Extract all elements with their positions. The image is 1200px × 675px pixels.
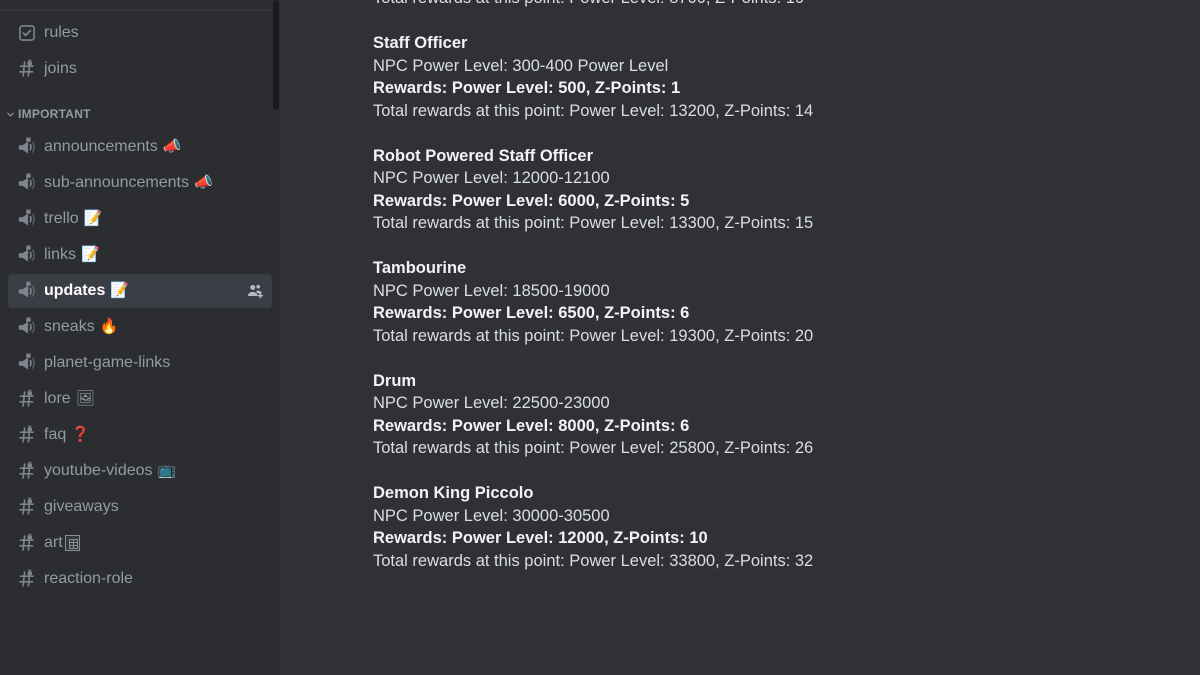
hash-icon [16, 460, 38, 482]
hash-icon [16, 388, 38, 410]
npc-rewards: Rewards: Power Level: 6000, Z-Points: 5 [373, 191, 690, 210]
scrollbar-thumb[interactable] [273, 0, 279, 110]
sidebar-channel-links[interactable]: links 📝 [8, 238, 272, 272]
sidebar-top-divider [0, 10, 280, 11]
npc-total-rewards: Total rewards at this point: Power Level… [373, 214, 814, 232]
sidebar-channel-label: updates [44, 282, 106, 299]
channel-emoji: ❓ [71, 426, 90, 443]
sidebar-channel-label: links [44, 246, 77, 263]
sidebar-channel-label: sneaks [44, 318, 95, 335]
create-invite-icon[interactable] [240, 282, 264, 300]
message-pane: Total rewards at this point: Power Level… [280, 0, 1200, 675]
npc-rewards: Rewards: Power Level: 6500, Z-Points: 6 [373, 304, 690, 322]
announcement-megaphone-icon [16, 136, 38, 158]
rules-channel-icon [16, 22, 38, 44]
announcement-megaphone-icon [16, 244, 38, 266]
hash-icon [16, 532, 38, 554]
sidebar-channel-label: art [44, 534, 63, 551]
npc-power-level: NPC Power Level: 18500-19000 [373, 281, 610, 300]
channel-emoji: 🖼 [75, 390, 95, 407]
npc-power-level: NPC Power Level: 12000-12100 [373, 169, 610, 187]
npc-entry: Demon King Piccolo NPC Power Level: 30000… [373, 482, 1160, 572]
sidebar-channel-label: lore [44, 390, 71, 407]
npc-total-rewards: Total rewards at this point: Power Level… [373, 439, 814, 457]
announcement-megaphone-icon [16, 316, 38, 338]
channel-emoji: 📣 [193, 174, 213, 191]
npc-total-rewards: Total rewards at this point: Power Level… [373, 326, 814, 345]
sidebar-channel-rules[interactable]: rules [8, 16, 272, 50]
channel-emoji: 📺 [157, 462, 177, 479]
npc-name: Staff Officer [373, 34, 468, 52]
discord-window: rules joins IMPORTANT announcements 📣 su… [0, 0, 1200, 675]
announcement-megaphone-icon [16, 208, 38, 230]
hash-lock-icon [16, 58, 38, 80]
sidebar-channel-lore[interactable]: lore 🖼 [8, 382, 272, 416]
npc-name: Demon King Piccolo [373, 484, 534, 502]
sidebar-channel-youtube-videos[interactable]: youtube-videos 📺 [8, 454, 272, 488]
npc-power-level: NPC Power Level: 22500-23000 [373, 394, 610, 412]
npc-total-rewards: Total rewards at this point: Power Level… [373, 101, 814, 120]
channel-emoji: 📝 [83, 210, 103, 227]
npc-name: Robot Powered Staff Officer [373, 146, 594, 165]
sidebar-channel-updates[interactable]: updates 📝 [8, 274, 272, 308]
announcement-megaphone-icon [16, 352, 38, 374]
sidebar-channel-giveaways[interactable]: giveaways [8, 490, 272, 524]
npc-power-level: NPC Power Level: 30000-30500 [373, 506, 610, 525]
channel-sidebar: rules joins IMPORTANT announcements 📣 su… [0, 0, 280, 675]
npc-total-rewards: Total rewards at this point: Power Level… [373, 551, 814, 570]
npc-entry-list: Staff Officer NPC Power Level: 300-400 Po… [373, 10, 1160, 573]
sidebar-channel-art[interactable]: art [8, 526, 272, 560]
sidebar-channel-faq[interactable]: faq ❓ [8, 418, 272, 452]
npc-name: Tambourine [373, 259, 467, 277]
sidebar-channel-announcements[interactable]: announcements 📣 [8, 130, 272, 164]
sidebar-channel-label: rules [44, 24, 79, 41]
sidebar-channel-sub-announcements[interactable]: sub-announcements 📣 [8, 166, 272, 200]
npc-rewards: Rewards: Power Level: 8000, Z-Points: 6 [373, 416, 690, 435]
channel-emoji: 📝 [81, 246, 100, 263]
npc-entry: Drum NPC Power Level: 22500-23000 Rewards:… [373, 370, 1160, 460]
npc-rewards: Rewards: Power Level: 12000, Z-Points: 1… [373, 529, 708, 547]
chevron-down-icon [4, 108, 16, 120]
sidebar-channel-trello[interactable]: trello 📝 [8, 202, 272, 236]
sidebar-channel-label: planet-game-links [44, 354, 171, 371]
sidebar-channel-planet-game-links[interactable]: planet-game-links [8, 346, 272, 380]
sidebar-channel-joins[interactable]: joins [8, 52, 272, 86]
sidebar-channel-sneaks[interactable]: sneaks 🔥 [8, 310, 272, 344]
hash-icon [16, 496, 38, 518]
npc-entry: Tambourine NPC Power Level: 18500-19000 Re… [373, 257, 1160, 347]
hash-icon [16, 568, 38, 590]
sidebar-channel-reaction-role[interactable]: reaction-role [8, 562, 272, 596]
npc-power-level: NPC Power Level: 300-400 Power Level [373, 56, 669, 75]
missing-glyph-icon [64, 535, 80, 551]
sidebar-channel-label: youtube-videos [44, 462, 153, 479]
category-header-important[interactable]: IMPORTANT [0, 100, 280, 128]
channel-list-scrollbar[interactable] [272, 0, 280, 675]
announcement-megaphone-icon [16, 172, 38, 194]
npc-name: Drum [373, 371, 417, 390]
message-content: Total rewards at this point: Power Level… [280, 0, 1200, 572]
npc-entry: Robot Powered Staff Officer NPC Power Lev… [373, 145, 1160, 235]
channel-list: rules joins IMPORTANT announcements 📣 su… [0, 0, 280, 596]
message-line-clipped: Total rewards at this point: Power Level… [373, 0, 1160, 10]
channel-emoji: 📣 [162, 138, 182, 155]
sidebar-channel-label: faq [44, 426, 67, 443]
sidebar-channel-label: giveaways [44, 498, 119, 515]
channel-emoji: 🔥 [99, 318, 119, 335]
announcement-megaphone-icon [16, 280, 38, 302]
sidebar-channel-label: trello [44, 210, 79, 227]
channel-emoji: 📝 [110, 282, 130, 299]
npc-rewards: Rewards: Power Level: 500, Z-Points: 1 [373, 79, 681, 97]
sidebar-channel-label: announcements [44, 138, 158, 155]
hash-icon [16, 424, 38, 446]
category-label: IMPORTANT [18, 107, 91, 121]
npc-entry: Staff Officer NPC Power Level: 300-400 Po… [373, 32, 1160, 122]
sidebar-channel-label: sub-announcements [44, 174, 189, 191]
sidebar-channel-label: reaction-role [44, 570, 133, 587]
sidebar-channel-label: joins [44, 60, 77, 77]
